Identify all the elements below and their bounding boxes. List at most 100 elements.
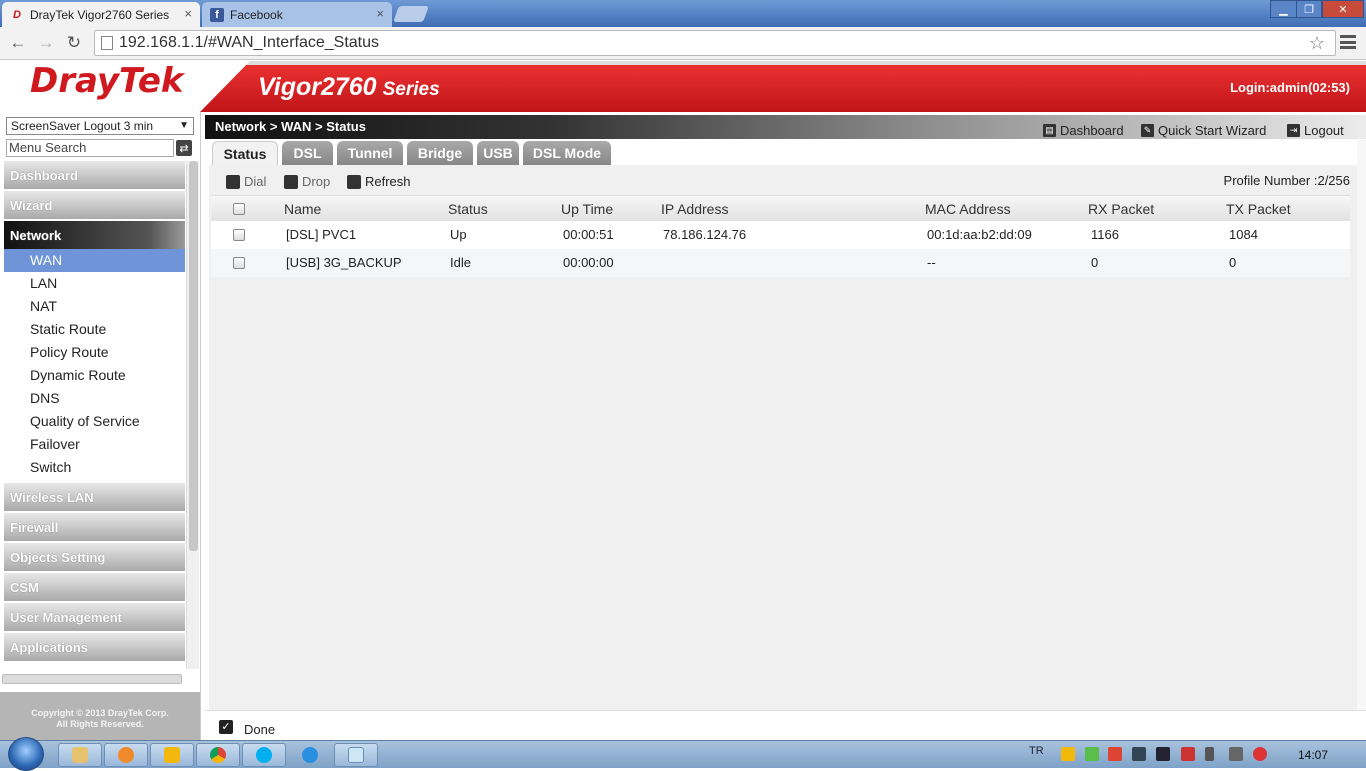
browser-menu-icon[interactable]: [1340, 33, 1356, 51]
refresh-button[interactable]: Refresh: [347, 174, 411, 189]
cell-name: [USB] 3G_BACKUP: [286, 255, 402, 270]
cell-tx: 1084: [1229, 227, 1258, 242]
sidebar-subitem-qos[interactable]: Quality of Service: [4, 410, 185, 433]
sidebar-item-firewall[interactable]: Firewall: [4, 513, 185, 541]
checkmark-icon: ✓: [219, 720, 233, 734]
sidebar-item-dashboard[interactable]: Dashboard: [4, 161, 185, 189]
sidebar-subitem-static-route[interactable]: Static Route: [4, 318, 185, 341]
sidebar-item-csm[interactable]: CSM: [4, 573, 185, 601]
cell-uptime: 00:00:00: [563, 255, 614, 270]
table-header: Name Status Up Time IP Address MAC Addre…: [211, 195, 1350, 221]
cell-mac: 00:1d:aa:b2:dd:09: [927, 227, 1032, 242]
scrollbar-thumb[interactable]: [189, 161, 198, 551]
cell-tx: 0: [1229, 255, 1237, 270]
notepad-icon[interactable]: [334, 743, 378, 767]
sidebar: ScreenSaver Logout 3 min ▼ Menu Search ⇄…: [0, 112, 201, 740]
tab-status[interactable]: Status: [212, 141, 278, 165]
back-icon[interactable]: ←: [8, 33, 28, 53]
table-row[interactable]: [DSL] PVC1 Up 00:00:51 78.186.124.76 00:…: [211, 221, 1350, 249]
row-checkbox[interactable]: [233, 257, 245, 269]
sidebar-subitem-wan[interactable]: WAN: [4, 249, 185, 272]
sidebar-item-wireless-lan[interactable]: Wireless LAN: [4, 483, 185, 511]
cell-uptime: 00:00:51: [563, 227, 614, 242]
cell-name: [DSL] PVC1: [286, 227, 357, 242]
draytek-favicon-icon: D: [13, 8, 21, 21]
new-tab-button[interactable]: [393, 6, 429, 22]
sidebar-scrollbar[interactable]: [186, 161, 199, 669]
clock[interactable]: 14:07: [1298, 748, 1328, 762]
outlook-tray-icon[interactable]: [1061, 747, 1075, 761]
close-tab-icon[interactable]: ×: [184, 6, 192, 21]
sidebar-horizontal-scrollbar[interactable]: [2, 674, 182, 684]
breadcrumb: Network > WAN > Status: [215, 119, 366, 134]
close-tab-icon[interactable]: ×: [376, 6, 384, 21]
sidebar-subitem-dns[interactable]: DNS: [4, 387, 185, 410]
cell-status: Idle: [450, 255, 471, 270]
sidebar-subitem-failover[interactable]: Failover: [4, 433, 185, 456]
reload-icon[interactable]: ↻: [64, 33, 84, 53]
copyright: Copyright © 2013 DrayTek Corp. All Right…: [0, 692, 200, 740]
explorer-icon[interactable]: [58, 743, 102, 767]
start-button[interactable]: [8, 737, 44, 771]
draytek-logo: DrayTek: [30, 61, 184, 101]
browser-tab-facebook[interactable]: f Facebook ×: [202, 2, 392, 27]
logout-icon: ⇥: [1287, 124, 1300, 137]
column-header: MAC Address: [925, 201, 1011, 217]
search-go-icon[interactable]: ⇄: [176, 140, 192, 156]
sidebar-item-user-management[interactable]: User Management: [4, 603, 185, 631]
cell-rx: 1166: [1091, 227, 1119, 242]
drop-button[interactable]: Drop: [284, 174, 330, 189]
row-checkbox[interactable]: [233, 229, 245, 241]
internet-explorer-icon[interactable]: [288, 743, 332, 767]
address-bar[interactable]: 192.168.1.1/#WAN_Interface_Status ☆: [94, 30, 1336, 56]
sidebar-subitem-lan[interactable]: LAN: [4, 272, 185, 295]
outlook-icon[interactable]: [150, 743, 194, 767]
tab-tunnel[interactable]: Tunnel: [337, 141, 403, 165]
battery-icon[interactable]: [1205, 747, 1214, 761]
sidebar-item-objects-setting[interactable]: Objects Setting: [4, 543, 185, 571]
menu-search-input[interactable]: Menu Search: [6, 139, 174, 157]
sidebar-subitem-policy-route[interactable]: Policy Route: [4, 341, 185, 364]
forward-icon[interactable]: →: [36, 33, 56, 53]
browser-tab-draytek[interactable]: D DrayTek Vigor2760 Series ×: [2, 2, 200, 27]
trash-icon: [284, 174, 298, 189]
quick-start-wizard-link[interactable]: ✎ Quick Start Wizard: [1141, 123, 1266, 138]
app-tray-icon[interactable]: [1108, 747, 1122, 761]
login-status: Login:admin(02:53): [1230, 80, 1350, 95]
screensaver-select[interactable]: ScreenSaver Logout 3 min ▼: [6, 117, 194, 135]
tab-bridge[interactable]: Bridge: [407, 141, 473, 165]
cell-status: Up: [450, 227, 467, 242]
close-window-button[interactable]: ✕: [1322, 0, 1364, 18]
minimize-window-button[interactable]: ▁: [1270, 0, 1297, 18]
main-scrollbar[interactable]: [1357, 140, 1366, 710]
sidebar-item-wizard[interactable]: Wizard: [4, 191, 185, 219]
security-tray-icon[interactable]: [1085, 747, 1099, 761]
media-player-icon[interactable]: [104, 743, 148, 767]
profile-number: Profile Number :2/256: [1223, 173, 1350, 188]
volume-muted-icon[interactable]: [1253, 747, 1267, 761]
select-all-checkbox[interactable]: [233, 203, 245, 215]
tab-dsl-mode[interactable]: DSL Mode: [523, 141, 611, 165]
sidebar-item-network[interactable]: Network: [4, 221, 185, 249]
action-center-icon[interactable]: [1181, 747, 1195, 761]
network-tray-icon[interactable]: [1132, 747, 1146, 761]
dashboard-link[interactable]: ▤ Dashboard: [1043, 123, 1124, 138]
display-tray-icon[interactable]: [1156, 747, 1170, 761]
sidebar-subitem-dynamic-route[interactable]: Dynamic Route: [4, 364, 185, 387]
tab-usb[interactable]: USB: [477, 141, 519, 165]
sidebar-subitem-switch[interactable]: Switch: [4, 456, 185, 479]
router-header: DrayTek Vigor2760 Series Login:admin(02:5…: [0, 61, 1366, 112]
language-indicator[interactable]: TR: [1029, 745, 1044, 757]
network-status-icon[interactable]: [1229, 747, 1243, 761]
table-row[interactable]: [USB] 3G_BACKUP Idle 00:00:00 -- 0 0: [211, 249, 1350, 277]
maximize-window-button[interactable]: ❐: [1296, 0, 1322, 18]
bookmark-star-icon[interactable]: ☆: [1309, 33, 1325, 54]
tab-dsl[interactable]: DSL: [282, 141, 333, 165]
chrome-icon[interactable]: [196, 743, 240, 767]
product-title: Vigor2760 Series: [258, 73, 440, 101]
logout-link[interactable]: ⇥ Logout: [1287, 123, 1344, 138]
sidebar-subitem-nat[interactable]: NAT: [4, 295, 185, 318]
dial-button[interactable]: Dial: [226, 174, 266, 189]
sidebar-item-applications[interactable]: Applications: [4, 633, 185, 661]
skype-icon[interactable]: [242, 743, 286, 767]
